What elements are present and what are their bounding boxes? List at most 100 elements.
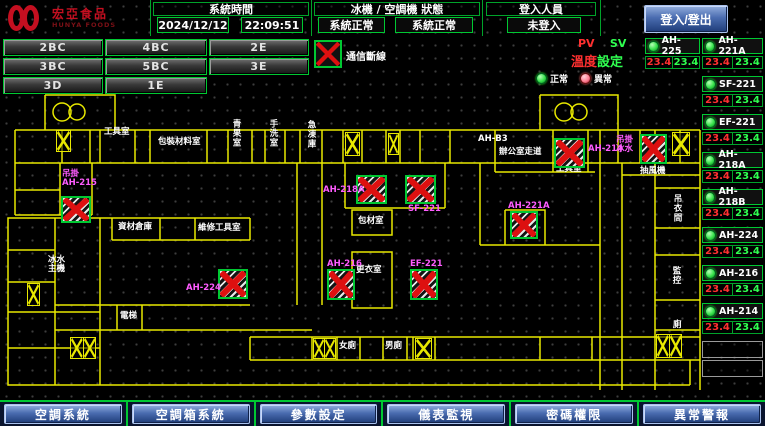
temp-set-header: 溫度設定 (571, 51, 623, 70)
unit-row-ah-214[interactable]: AH-214 (702, 303, 763, 319)
unit-map-label: AH-218A (323, 186, 365, 195)
unit-name-label: AH-221A (718, 35, 762, 57)
unit-sv-value: 23.4 (732, 284, 762, 295)
stairs-cell (324, 339, 335, 358)
company-logo: 宏亞食品 HUNYA FOODS (8, 2, 148, 34)
unit-row-ah-218a[interactable]: AH-218A (702, 152, 763, 168)
nav-cell: 空調箱系統 (126, 402, 254, 426)
stairs-icon (56, 130, 71, 152)
floor-button-4bc[interactable]: 4BC (105, 39, 207, 56)
unit-row-ah-216[interactable]: AH-216 (702, 265, 763, 281)
unit-map-label: 吊掛 AH-215 (62, 170, 97, 188)
unit-sv-value: 23.4 (672, 57, 699, 68)
legend-abnormal-label: 異常 (594, 72, 612, 85)
empty-unit-slot (702, 341, 763, 358)
unit-led-icon (705, 117, 716, 128)
pv-label: PV (578, 37, 595, 50)
floor-button-1e[interactable]: 1E (105, 77, 207, 94)
login-logout-button[interactable]: 登入/登出 (644, 5, 728, 33)
room-label: 維修工具室 (198, 224, 241, 233)
nav-button-密碼權限[interactable]: 密碼權限 (515, 404, 633, 424)
unit-row-ef-221[interactable]: EF-221 (702, 114, 763, 130)
unit-offline-marker-ef-221[interactable] (410, 269, 438, 300)
nav-button-異常警報[interactable]: 異常警報 (643, 404, 761, 424)
unit-name-label: AH-224 (719, 230, 758, 241)
stairs-cell (657, 335, 669, 357)
ac-status: 系統正常 (395, 17, 473, 33)
unit-led-icon (705, 230, 716, 241)
machine-status-label: 冰機 / 空調機 狀態 (314, 2, 480, 16)
unit-offline-marker-ah-224[interactable] (218, 269, 248, 299)
floor-button-3d[interactable]: 3D (3, 77, 103, 94)
stairs-cell (71, 338, 83, 358)
brand-name-en: HUNYA FOODS (52, 21, 116, 29)
unit-map-label: AH-224 (186, 284, 221, 293)
system-time-label: 系統時間 (153, 2, 309, 16)
stairs-cell (346, 133, 359, 155)
unit-pv-value: 23.4 (703, 284, 732, 295)
room-label: 工具室 (104, 128, 130, 137)
unit-name-label: AH-225 (662, 35, 699, 57)
unit-row-ah-221a[interactable]: AH-221A (702, 38, 763, 54)
nav-cell: 參數設定 (254, 402, 382, 426)
floor-button-2e[interactable]: 2E (209, 39, 309, 56)
unit-led-icon (648, 41, 659, 52)
normal-led-icon (536, 73, 547, 84)
unit-values-ah-218b: 23.423.4 (702, 207, 763, 220)
logo-icon (8, 4, 46, 32)
unit-led-icon (705, 192, 715, 203)
floor-button-5bc[interactable]: 5BC (105, 58, 207, 75)
unit-row-ah-218b[interactable]: AH-218B (702, 189, 763, 205)
room-label: 急凍庫 (306, 120, 315, 149)
bottom-navigation-bar: 空調系統空調箱系統參數設定儀表監視密碼權限異常警報 (0, 400, 765, 426)
unit-values-ah-221a: 23.423.4 (702, 56, 763, 69)
stairs-icon (388, 133, 399, 155)
unit-map-label: EF-221 (410, 260, 443, 269)
stairs-icon (70, 337, 96, 359)
room-label: 廁 (673, 321, 682, 330)
nav-button-儀表監視[interactable]: 儀表監視 (387, 404, 505, 424)
room-label: 包裝材料室 (158, 138, 201, 147)
unit-offline-marker-ah-216[interactable] (327, 269, 355, 300)
stairs-icon (313, 338, 336, 359)
room-label: 吊衣間 (672, 194, 681, 223)
stairs-icon (27, 283, 40, 306)
unit-offline-marker-ah-214[interactable] (554, 138, 585, 168)
stairs-cell (673, 133, 689, 155)
unit-offline-marker-吊掛-ah-215[interactable] (61, 196, 91, 223)
nav-button-空調箱系統[interactable]: 空調箱系統 (132, 404, 250, 424)
unit-map-label: AH-216 (327, 260, 362, 269)
stairs-cell (83, 338, 96, 358)
system-date-display: 2024/12/12 (157, 17, 229, 33)
pv-sv-header: PV SV (578, 37, 626, 50)
floor-button-2bc[interactable]: 2BC (3, 39, 103, 56)
stairs-cell (314, 339, 324, 358)
unit-offline-marker-ah-221a[interactable] (510, 211, 538, 239)
unit-map-label: AH-221A (508, 202, 550, 211)
abnormal-led-icon (580, 73, 591, 84)
unit-offline-marker-sf-221[interactable] (405, 175, 436, 204)
nav-button-空調系統[interactable]: 空調系統 (4, 404, 122, 424)
unit-row-sf-221[interactable]: SF-221 (702, 76, 763, 92)
unit-map-label: SF-221 (408, 205, 441, 214)
nav-button-參數設定[interactable]: 參數設定 (260, 404, 378, 424)
nav-cell: 密碼權限 (509, 402, 637, 426)
room-label: 手洗室 (268, 119, 277, 148)
unit-sv-value: 23.4 (732, 246, 762, 257)
unit-offline-marker-吊掛-冰水[interactable] (640, 134, 667, 164)
unit-row-ah-224[interactable]: AH-224 (702, 227, 763, 243)
room-label: 青果室 (231, 119, 240, 148)
floor-button-3bc[interactable]: 3BC (3, 58, 103, 75)
temp-label: 溫度 (571, 55, 597, 70)
unit-led-icon (705, 79, 716, 90)
floor-button-3e[interactable]: 3E (209, 58, 309, 75)
unit-pv-value: 23.4 (703, 133, 732, 144)
room-label: 女廁 (339, 342, 356, 351)
unit-row-ah-225[interactable]: AH-225 (645, 38, 700, 54)
unit-sv-value: 23.4 (732, 95, 762, 106)
stairs-icon (656, 334, 682, 358)
unit-pv-value: 23.4 (703, 322, 732, 333)
stairs-cell (389, 134, 398, 154)
unit-values-ah-216: 23.423.4 (702, 283, 763, 296)
unit-pv-value: 23.4 (703, 171, 732, 182)
